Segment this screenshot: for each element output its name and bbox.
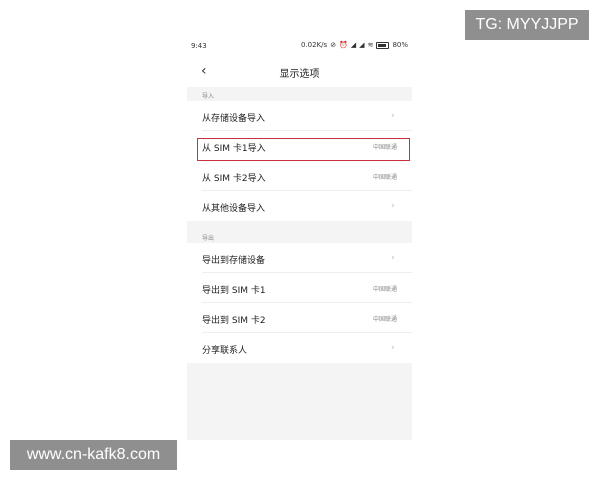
battery-fill bbox=[378, 44, 386, 47]
row-label: 导出到 SIM 卡2 bbox=[202, 316, 266, 326]
status-time: 9:43 bbox=[191, 42, 207, 50]
wifi-icon: ≋ bbox=[367, 41, 374, 49]
row-label: 从 SIM 卡2导入 bbox=[202, 174, 266, 184]
signal-icon: ◢ bbox=[350, 41, 357, 49]
import-section-header: 导入 bbox=[187, 87, 412, 101]
export-section-header: 导出 bbox=[187, 229, 412, 243]
chevron-right-icon: › bbox=[391, 111, 395, 121]
alarm-icon: ⏰ bbox=[339, 41, 348, 49]
chevron-right-icon: › bbox=[391, 201, 395, 211]
carrier-label: 中国联通 bbox=[372, 286, 397, 293]
import-section-label: 导入 bbox=[202, 93, 215, 100]
net-speed: 0.02K/s bbox=[301, 41, 328, 49]
row-import-sim1[interactable]: 从 SIM 卡1导入 中国联通 bbox=[187, 131, 412, 161]
export-section-label: 导出 bbox=[202, 235, 215, 242]
row-label: 从 SIM 卡1导入 bbox=[202, 144, 266, 154]
row-label: 从其他设备导入 bbox=[202, 204, 266, 214]
carrier-label: 中国联通 bbox=[372, 144, 397, 151]
row-export-sim1[interactable]: 导出到 SIM 卡1 中国联通 bbox=[187, 273, 412, 303]
row-label: 从存储设备导入 bbox=[202, 114, 266, 124]
row-import-storage[interactable]: 从存储设备导入 › bbox=[187, 101, 412, 131]
row-label: 导出到存储设备 bbox=[202, 256, 266, 266]
chevron-right-icon: › bbox=[391, 253, 395, 263]
page-title: 显示选项 bbox=[279, 69, 320, 80]
nfc-icon: ⊘ bbox=[330, 41, 337, 49]
nav-bar: ‹ 显示选项 bbox=[187, 57, 412, 87]
carrier-label: 中国联通 bbox=[372, 316, 397, 323]
signal-2-icon: ◢ bbox=[359, 41, 365, 49]
battery-icon bbox=[376, 42, 390, 49]
row-share-contacts[interactable]: 分享联系人 › bbox=[187, 333, 412, 363]
row-export-sim2[interactable]: 导出到 SIM 卡2 中国联通 bbox=[187, 303, 412, 333]
row-export-storage[interactable]: 导出到存储设备 › bbox=[187, 243, 412, 273]
status-bar: 9:43 0.02K/s ⊘ ⏰ ◢ ◢ ≋ 80% bbox=[187, 37, 412, 57]
phone-screen: 9:43 0.02K/s ⊘ ⏰ ◢ ◢ ≋ 80% ‹ 显示选项 导入 从存储… bbox=[187, 37, 412, 440]
row-import-sim2[interactable]: 从 SIM 卡2导入 中国联通 bbox=[187, 161, 412, 191]
battery-percent: 80% bbox=[392, 41, 408, 49]
watermark-url: www.cn-kafk8.com bbox=[10, 440, 177, 470]
status-icons: 0.02K/s ⊘ ⏰ ◢ ◢ ≋ 80% bbox=[301, 42, 408, 49]
watermark-tg: TG: MYYJJPP bbox=[465, 10, 589, 40]
row-label: 导出到 SIM 卡1 bbox=[202, 286, 266, 296]
carrier-label: 中国联通 bbox=[372, 174, 397, 181]
row-import-other-device[interactable]: 从其他设备导入 › bbox=[187, 191, 412, 221]
chevron-right-icon: › bbox=[391, 343, 395, 353]
row-label: 分享联系人 bbox=[202, 346, 248, 356]
